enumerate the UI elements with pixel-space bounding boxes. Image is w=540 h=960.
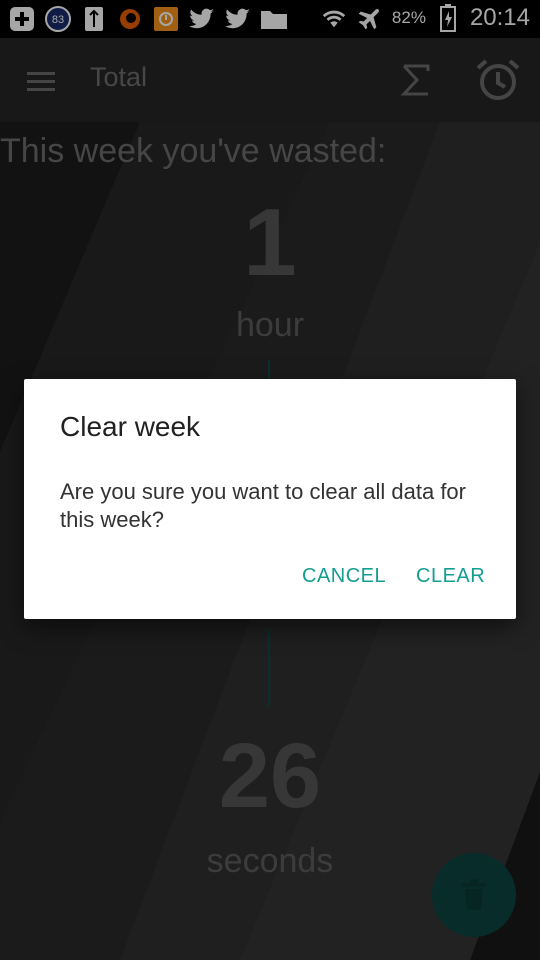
cancel-button[interactable]: CANCEL [302, 565, 386, 588]
dialog-title: Clear week [60, 411, 201, 442]
dialog-message: Are you sure you want to clear all data … [60, 479, 466, 532]
clear-week-dialog: Clear week Are you sure you want to clea… [24, 379, 516, 619]
clear-button[interactable]: CLEAR [416, 565, 485, 588]
